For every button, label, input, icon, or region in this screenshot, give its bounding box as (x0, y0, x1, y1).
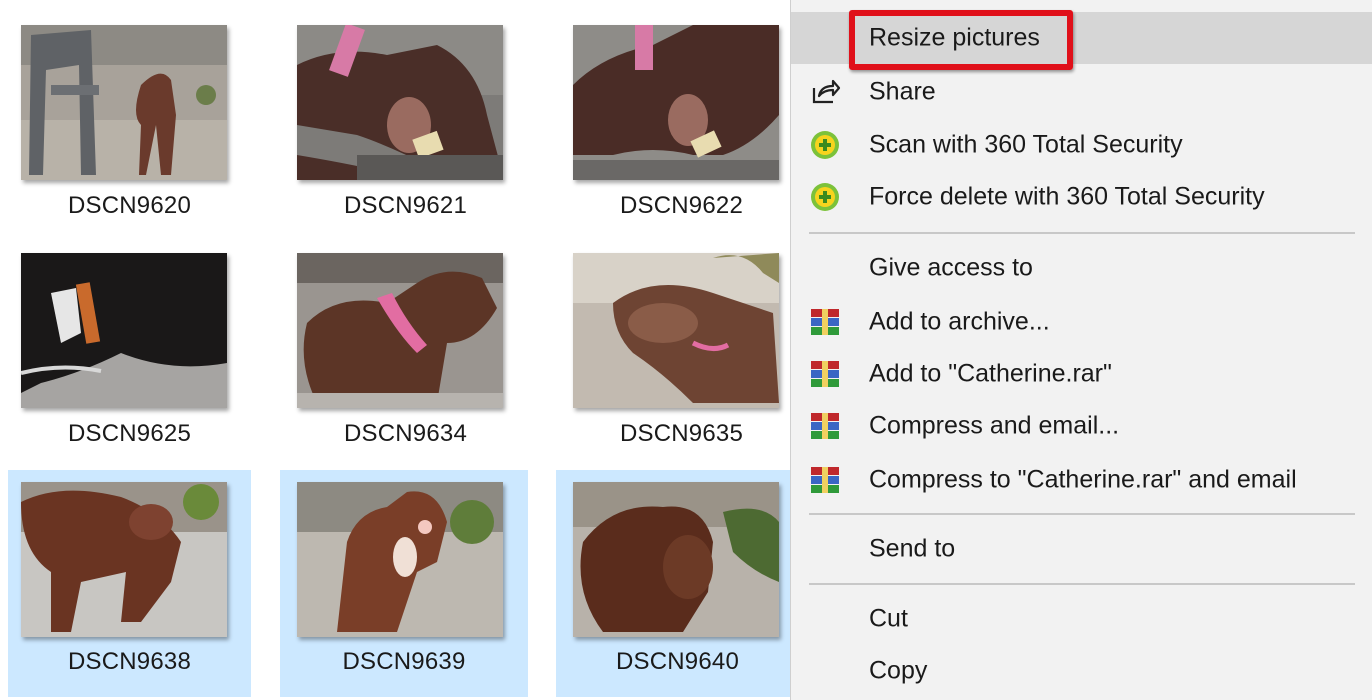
360-security-icon (809, 129, 841, 161)
file-item-dscn9625[interactable]: DSCN9625 (8, 243, 251, 470)
winrar-icon (809, 306, 841, 338)
menu-item-label: Force delete with 360 Total Security (869, 182, 1265, 211)
menu-item-label: Give access to (869, 253, 1033, 282)
file-name: DSCN9639 (342, 648, 466, 675)
photo-thumbnail (297, 482, 503, 637)
file-name: DSCN9640 (616, 648, 739, 675)
photo-thumbnail (297, 25, 503, 180)
photo-thumbnail (297, 253, 503, 408)
file-name: DSCN9622 (620, 192, 743, 219)
menu-item-label: Scan with 360 Total Security (869, 130, 1183, 159)
menu-item-compress-and-email[interactable]: Compress and email... (791, 400, 1372, 452)
share-icon (809, 76, 841, 108)
menu-item-compress-to-catherine-rar-and-email[interactable]: Compress to "Catherine.rar" and email (791, 454, 1372, 506)
file-name: DSCN9638 (68, 648, 191, 675)
menu-item-add-to-catherine-rar[interactable]: Add to "Catherine.rar" (791, 348, 1372, 400)
menu-item-label: Cut (869, 604, 908, 633)
file-item-dscn9622[interactable]: DSCN9622 (560, 15, 803, 242)
file-item-dscn9638[interactable]: DSCN9638 (8, 470, 251, 697)
file-item-dscn9639[interactable]: DSCN9639 (280, 470, 528, 697)
menu-item-add-to-archive[interactable]: Add to archive... (791, 296, 1372, 348)
menu-item-force-delete-360[interactable]: Force delete with 360 Total Security (791, 171, 1372, 223)
winrar-icon (809, 358, 841, 390)
file-item-dscn9621[interactable]: DSCN9621 (284, 15, 527, 242)
menu-item-label: Send to (869, 534, 956, 563)
menu-item-cut[interactable]: Cut (791, 593, 1372, 645)
photo-thumbnail (573, 253, 779, 408)
menu-item-label: Share (869, 77, 936, 106)
menu-separator (809, 513, 1355, 515)
menu-separator (809, 232, 1355, 234)
menu-item-label: Compress to "Catherine.rar" and email (869, 465, 1297, 494)
menu-item-label: Add to archive... (869, 307, 1050, 336)
photo-thumbnail (573, 482, 779, 637)
file-name: DSCN9635 (620, 420, 743, 447)
photo-thumbnail (21, 253, 227, 408)
file-grid: DSCN9620 DSCN9621 DSCN9622 DSCN9625 DSCN… (0, 0, 799, 700)
menu-item-give-access[interactable]: Give access to (791, 242, 1372, 294)
photo-thumbnail (573, 25, 779, 180)
file-item-dscn9635[interactable]: DSCN9635 (560, 243, 803, 470)
file-name: DSCN9634 (344, 420, 467, 447)
file-name: DSCN9621 (344, 192, 467, 219)
menu-item-send-to[interactable]: Send to (791, 523, 1372, 575)
menu-separator (809, 583, 1355, 585)
winrar-icon (809, 464, 841, 496)
winrar-icon (809, 410, 841, 442)
photo-thumbnail (21, 25, 227, 180)
file-name: DSCN9620 (68, 192, 191, 219)
menu-item-label: Copy (869, 656, 928, 685)
context-menu: Resize pictures Share Scan with 360 Tota… (790, 0, 1372, 700)
menu-item-copy[interactable]: Copy (791, 645, 1372, 697)
file-item-dscn9640[interactable]: DSCN9640 (556, 470, 799, 697)
menu-item-share[interactable]: Share (791, 66, 1372, 118)
photo-thumbnail (21, 482, 227, 637)
menu-item-scan-360[interactable]: Scan with 360 Total Security (791, 119, 1372, 171)
file-item-dscn9634[interactable]: DSCN9634 (284, 243, 527, 470)
annotation-highlight-box (849, 10, 1073, 70)
file-name: DSCN9625 (68, 420, 191, 447)
menu-item-label: Add to "Catherine.rar" (869, 359, 1112, 388)
menu-item-label: Compress and email... (869, 411, 1120, 440)
file-item-dscn9620[interactable]: DSCN9620 (8, 15, 251, 242)
360-security-icon (809, 181, 841, 213)
